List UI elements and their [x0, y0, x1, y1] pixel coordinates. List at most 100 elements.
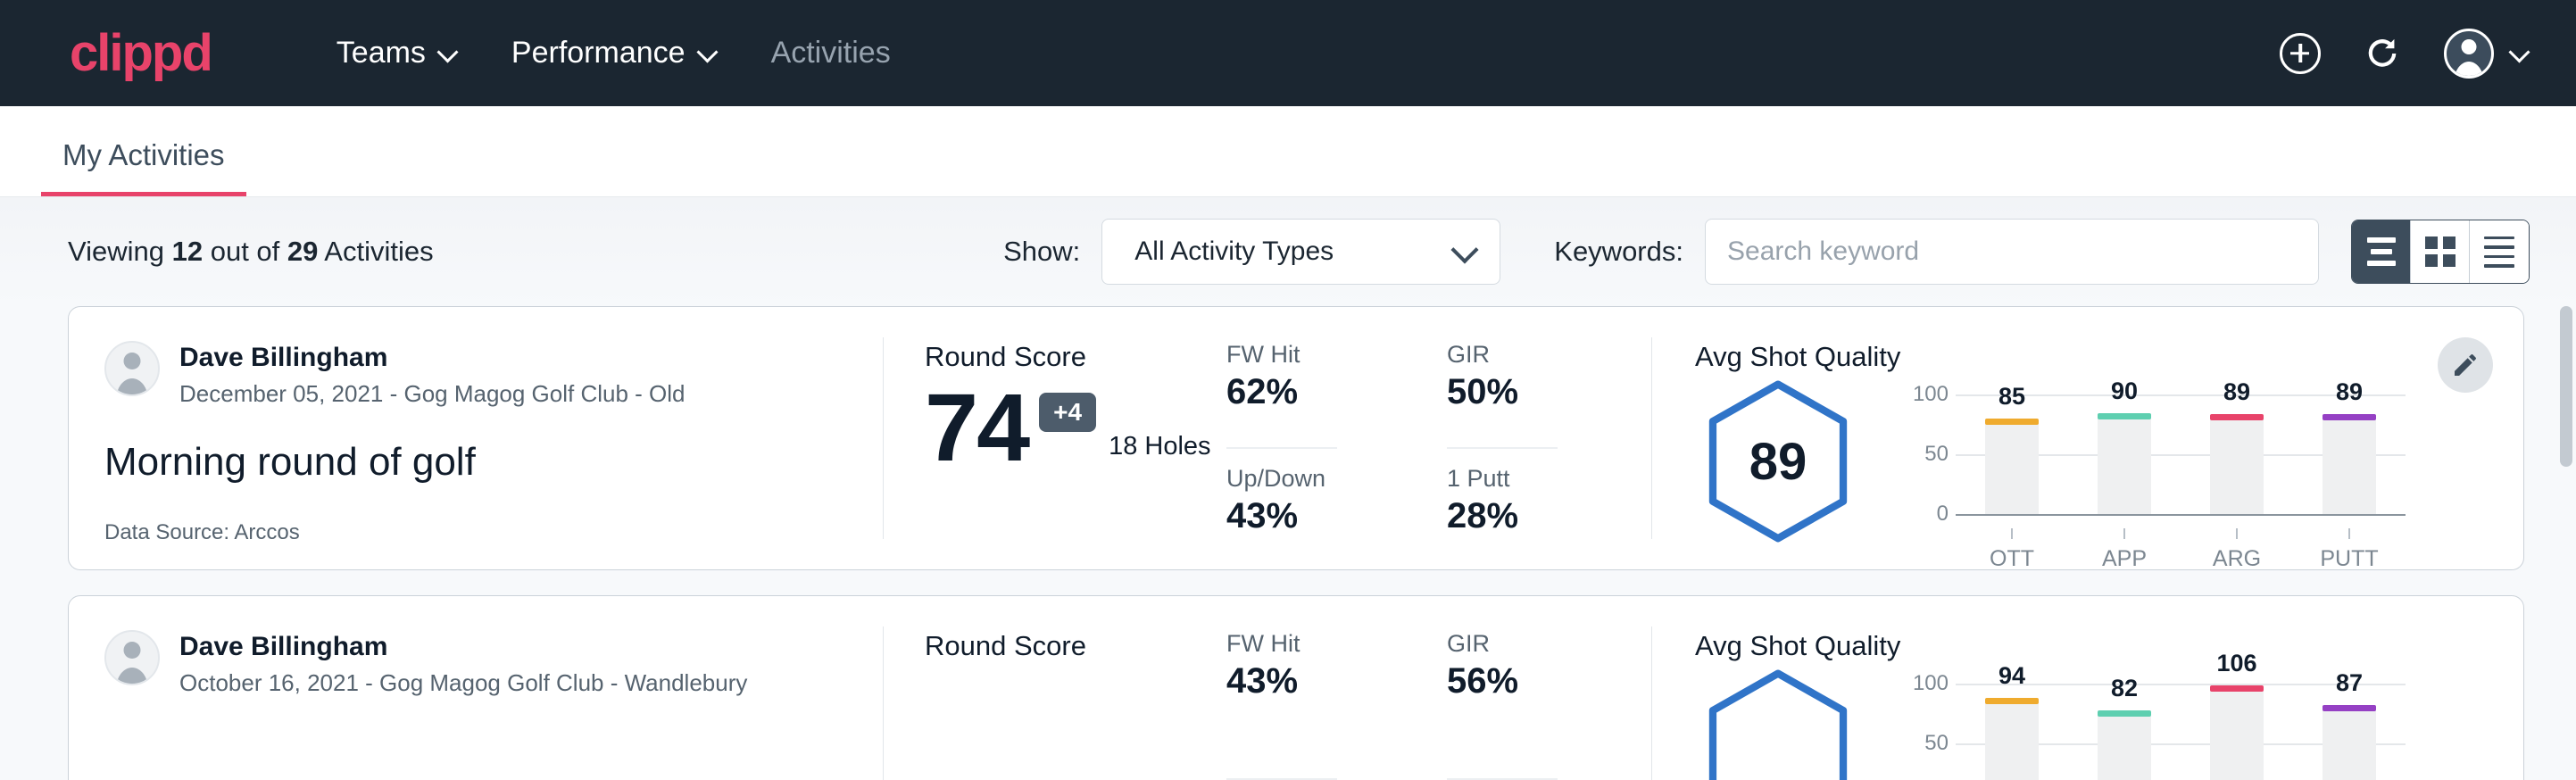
chart-plot-area: 100 50 0 85 [1906, 394, 2406, 528]
bar-app: 90 [2098, 394, 2151, 514]
bar-value-label: 89 [2223, 378, 2250, 406]
nav-item-performance[interactable]: Performance [485, 27, 744, 79]
round-score-label: Round Score [925, 341, 1214, 373]
viewing-count-text: Viewing 12 out of 29 Activities [68, 236, 434, 268]
refresh-icon[interactable] [2362, 33, 2403, 74]
score-differential-badge: +4 [1039, 393, 1096, 432]
avg-shot-quality-label: Avg Shot Quality [1695, 341, 2523, 373]
tab-my-activities[interactable]: My Activities [41, 138, 246, 196]
holes-played: 18 Holes [1109, 432, 1210, 461]
bar-ott: 94 [1985, 684, 2039, 780]
round-score-section: Round Score 74 +4 18 Holes [884, 307, 1214, 569]
gridline-0 [1956, 514, 2406, 516]
compact-line-icon [2484, 264, 2514, 268]
activity-person: Dave Billingham October 16, 2021 - Gog M… [104, 630, 883, 697]
bar-value-label: 85 [1998, 383, 2025, 411]
bar-cap [1985, 419, 2039, 425]
bar-arg: 89 [2210, 394, 2264, 514]
activity-summary: Dave Billingham October 16, 2021 - Gog M… [69, 596, 883, 780]
chart-plot-area: 100 50 0 94 [1906, 684, 2406, 780]
avg-shot-quality-label: Avg Shot Quality [1695, 630, 2523, 662]
bar-arg: 106 [2210, 684, 2264, 780]
bar-value-label: 90 [2111, 378, 2138, 405]
top-navigation-bar: clippd Teams Performance Activities [0, 0, 2576, 106]
view-mode-list-button[interactable] [2352, 220, 2411, 283]
tab-label: My Activities [62, 138, 225, 171]
chevron-down-icon [2510, 44, 2530, 63]
viewing-total: 29 [287, 236, 318, 267]
y-tick-0: 0 [1906, 502, 1949, 527]
nav-item-teams[interactable]: Teams [310, 27, 485, 79]
stat-label: Up/Down [1226, 465, 1431, 493]
stat-label: 1 Putt [1447, 465, 1651, 493]
bar-value-label: 87 [2336, 669, 2363, 697]
bar-cap [2098, 710, 2151, 717]
shot-quality-bar-chart: 100 50 0 85 [1906, 394, 2406, 528]
avg-shot-quality-body: 89 100 50 0 85 [1695, 378, 2523, 544]
edit-activity-button[interactable] [2438, 337, 2493, 393]
grid-icon [2425, 236, 2456, 267]
x-tick-ott: OTT [1985, 528, 2039, 572]
stat-value: 56% [1447, 661, 1558, 701]
view-mode-grid-button[interactable] [2411, 220, 2470, 283]
viewing-prefix: Viewing [68, 236, 172, 267]
stat-fw-hit: FW Hit 62% [1226, 341, 1337, 449]
nav-items: Teams Performance Activities [310, 27, 918, 79]
avg-shot-quality-value: 89 [1704, 378, 1852, 544]
bar-value-label: 94 [1998, 662, 2025, 690]
tab-bar: My Activities [0, 106, 2576, 197]
x-tick-label: OTT [1990, 546, 2034, 572]
bar-app: 82 [2098, 684, 2151, 780]
user-menu[interactable] [2444, 29, 2530, 79]
y-tick-50: 50 [1906, 731, 1949, 756]
viewing-count: 12 [172, 236, 203, 267]
activity-summary: Dave Billingham December 05, 2021 - Gog … [69, 307, 883, 569]
bar-cap [2210, 414, 2264, 420]
activity-meta: December 05, 2021 - Gog Magog Golf Club … [179, 380, 686, 408]
person-name: Dave Billingham [179, 341, 686, 375]
tick-mark [2348, 528, 2350, 539]
viewing-mid: out of [203, 236, 287, 267]
stat-value: 50% [1447, 372, 1558, 412]
chart-bars: 94 82 [1956, 684, 2406, 780]
chevron-down-icon [698, 44, 718, 63]
round-score-section: Round Score [884, 596, 1214, 780]
chevron-down-icon [438, 44, 458, 63]
bar-value-label: 106 [2216, 650, 2256, 677]
x-tick-label: APP [2102, 546, 2147, 572]
avg-shot-quality-section: Avg Shot Quality 100 50 0 [1652, 596, 2523, 780]
view-mode-toggle [2351, 220, 2530, 284]
activity-type-select[interactable]: All Activity Types [1101, 219, 1500, 285]
round-score-value-row: 74 +4 18 Holes [925, 377, 1214, 477]
stat-label: FW Hit [1226, 341, 1337, 369]
bar-value-label: 89 [2336, 378, 2363, 406]
view-mode-compact-button[interactable] [2470, 220, 2529, 283]
page-scrollbar[interactable] [2560, 306, 2572, 780]
activity-card[interactable]: Dave Billingham December 05, 2021 - Gog … [68, 306, 2524, 570]
stat-gir: GIR 56% [1447, 630, 1558, 780]
brand-logo[interactable]: clippd [70, 28, 212, 79]
activity-card[interactable]: Dave Billingham October 16, 2021 - Gog M… [68, 595, 2524, 780]
search-input[interactable]: Search keyword [1705, 219, 2319, 285]
scrollbar-thumb[interactable] [2560, 306, 2572, 467]
list-line-icon [2367, 237, 2396, 243]
activity-title: Morning round of golf [104, 440, 883, 485]
avatar [104, 341, 160, 396]
x-tick-arg: ARG [2210, 528, 2264, 572]
bar-cap [2098, 413, 2151, 419]
x-tick-label: PUTT [2320, 546, 2378, 572]
filter-controls: Show: All Activity Types Keywords: Searc… [1003, 219, 2530, 285]
compact-line-icon [2484, 245, 2514, 249]
filter-toolbar: Viewing 12 out of 29 Activities Show: Al… [0, 197, 2576, 306]
chart-x-axis: OTT APP ARG [1956, 528, 2406, 572]
y-tick-100: 100 [1906, 382, 1949, 407]
chevron-down-icon [1453, 239, 1478, 264]
keywords-label: Keywords: [1554, 236, 1683, 268]
compact-line-icon [2484, 255, 2514, 259]
bar-cap [2323, 705, 2376, 711]
nav-item-label: Activities [771, 36, 891, 71]
round-score-value: 74 [925, 377, 1028, 477]
stat-gir: GIR 50% [1447, 341, 1558, 449]
plus-circle-icon[interactable] [2280, 33, 2321, 74]
nav-item-activities[interactable]: Activities [744, 27, 918, 79]
